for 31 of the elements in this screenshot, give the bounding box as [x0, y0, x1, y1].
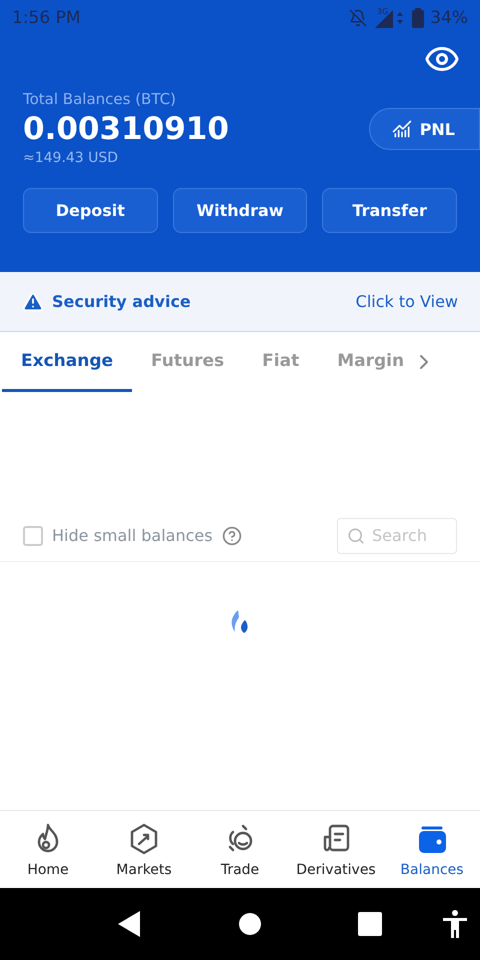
nav-item[interactable]: Trade [192, 811, 288, 888]
accessibility-icon[interactable] [443, 910, 467, 938]
fiat-value: ≈149.43 USD [23, 150, 120, 166]
bell-off-icon [348, 9, 367, 27]
nav-item[interactable]: Derivatives [288, 811, 384, 888]
chart-icon [392, 119, 412, 139]
action-button[interactable]: Withdraw [172, 188, 308, 233]
battery-percent: 34% [430, 8, 468, 28]
network-type: 3G [376, 6, 388, 16]
nav-item[interactable]: Balances [384, 811, 480, 888]
search-icon [347, 526, 365, 544]
view-link[interactable]: Click to View [356, 292, 458, 311]
home-circle-icon[interactable] [238, 912, 262, 936]
pnl-button[interactable]: PNL [368, 108, 480, 150]
balance-label: Total Balances (BTC) [23, 90, 177, 108]
action-button[interactable]: Deposit [23, 188, 158, 233]
action-button[interactable]: Transfer [322, 188, 457, 233]
back-icon[interactable] [118, 911, 142, 937]
checkbox[interactable] [23, 526, 43, 546]
warning-icon [22, 290, 44, 312]
status-time: 1:56 PM [12, 8, 80, 28]
battery-icon [412, 8, 424, 28]
help-icon[interactable] [222, 526, 242, 546]
tab[interactable]: Exchange [2, 332, 132, 392]
balance-amount: 0.00310910 [23, 111, 229, 147]
checkbox-label: Hide small balances [52, 526, 213, 545]
banner-title: Security advice [52, 292, 191, 311]
nav-item[interactable]: Markets [96, 811, 192, 888]
search-field[interactable]: Search [337, 518, 457, 554]
nav-item[interactable]: Home [0, 811, 96, 888]
cellular-signal-icon [372, 8, 403, 28]
